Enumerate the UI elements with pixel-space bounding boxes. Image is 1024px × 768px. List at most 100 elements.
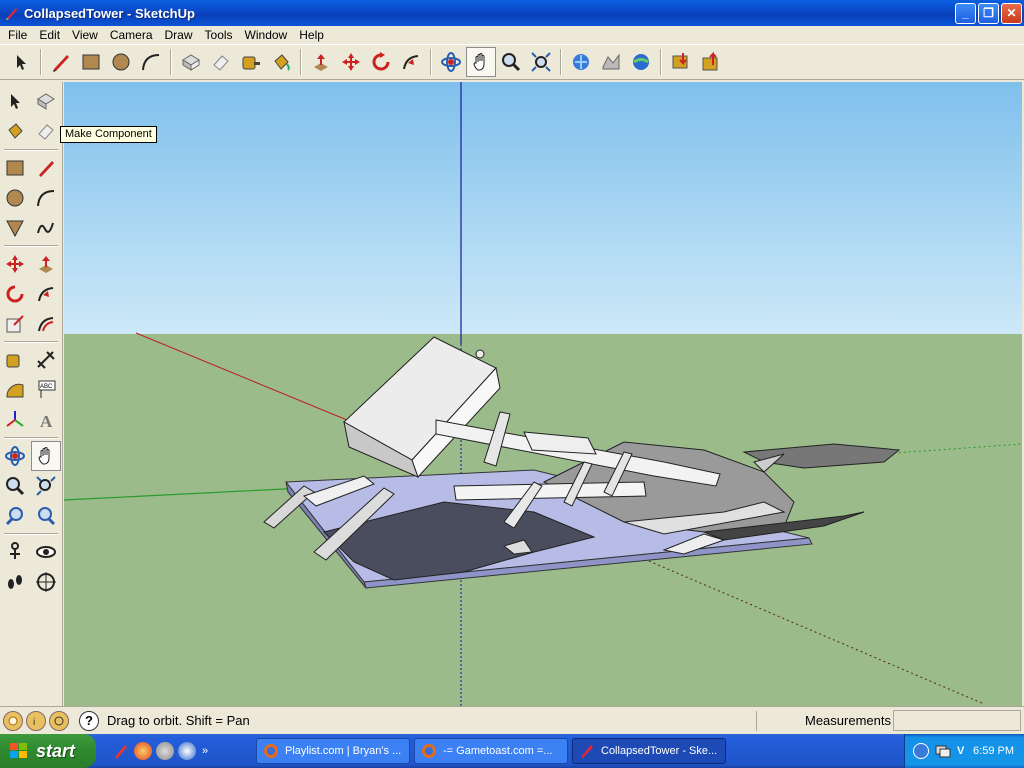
move-tool-icon[interactable]	[0, 249, 30, 279]
pencil-tool-icon[interactable]	[46, 47, 76, 77]
windows-logo-icon	[10, 743, 27, 758]
next-view-icon[interactable]	[31, 501, 61, 531]
freehand-tool-icon[interactable]	[31, 213, 61, 243]
sign-in-icon[interactable]	[49, 710, 69, 731]
orbit-tool-icon[interactable]	[436, 47, 466, 77]
circle-tool-icon[interactable]	[0, 183, 30, 213]
make-component-icon[interactable]	[31, 86, 61, 116]
arc-tool-icon[interactable]	[31, 183, 61, 213]
geo-location-icon[interactable]	[3, 710, 23, 731]
eraser-tool-icon[interactable]	[31, 116, 61, 146]
svg-text:A: A	[40, 412, 53, 431]
share-model-icon[interactable]	[696, 47, 726, 77]
follow-me-icon[interactable]	[31, 279, 61, 309]
sketchup-icon	[579, 743, 595, 759]
menu-edit[interactable]: Edit	[33, 28, 66, 42]
look-around-icon[interactable]	[31, 537, 61, 567]
chevron-right-icon[interactable]: »	[202, 745, 208, 757]
title-bar: CollapsedTower - SketchUp _ ❐ ✕	[0, 0, 1024, 26]
previous-view-icon[interactable]	[0, 501, 30, 531]
rectangle-tool-icon[interactable]	[0, 153, 30, 183]
menu-camera[interactable]: Camera	[104, 28, 159, 42]
measurements-input[interactable]	[893, 710, 1021, 731]
place-model-icon[interactable]	[626, 47, 656, 77]
zoom-tool-icon[interactable]	[496, 47, 526, 77]
circle-tool-icon[interactable]	[106, 47, 136, 77]
task-item-playlist[interactable]: Playlist.com | Bryan's ...	[256, 738, 410, 764]
text-tool-icon[interactable]: ABC	[31, 375, 61, 405]
follow-me-icon[interactable]	[396, 47, 426, 77]
zoom-tool-icon[interactable]	[0, 471, 30, 501]
system-tray: V 6:59 PM	[904, 734, 1024, 768]
rectangle-tool-icon[interactable]	[76, 47, 106, 77]
left-toolbar: ABC A	[0, 82, 63, 706]
help-icon[interactable]: ?	[79, 710, 99, 731]
clock[interactable]: 6:59 PM	[973, 745, 1014, 757]
zoom-window-icon[interactable]	[31, 471, 61, 501]
paint-bucket-icon[interactable]	[0, 116, 30, 146]
move-tool-icon[interactable]	[336, 47, 366, 77]
credits-icon[interactable]: i	[26, 710, 46, 731]
firefox-icon	[421, 743, 437, 759]
menu-window[interactable]: Window	[239, 28, 294, 42]
protractor-icon[interactable]	[0, 375, 30, 405]
eraser-tool-icon[interactable]	[206, 47, 236, 77]
pencil-tool-icon[interactable]	[31, 153, 61, 183]
menu-tools[interactable]: Tools	[199, 28, 239, 42]
scale-tool-icon[interactable]	[0, 309, 30, 339]
3d-viewport[interactable]	[64, 82, 1022, 706]
select-tool-icon[interactable]	[6, 47, 36, 77]
task-label: CollapsedTower - Ske...	[601, 745, 718, 757]
status-bar: i ? Drag to orbit. Shift = Pan Measureme…	[0, 706, 1024, 734]
task-item-sketchup[interactable]: CollapsedTower - Ske...	[572, 738, 726, 764]
select-tool-icon[interactable]	[0, 86, 30, 116]
push-pull-icon[interactable]	[306, 47, 336, 77]
menu-help[interactable]: Help	[293, 28, 330, 42]
make-component-icon[interactable]	[176, 47, 206, 77]
polygon-tool-icon[interactable]	[0, 213, 30, 243]
minimize-button[interactable]: _	[955, 2, 976, 24]
zoom-extents-icon[interactable]	[526, 47, 556, 77]
media-player-quicklaunch-icon[interactable]	[178, 742, 196, 760]
firefox-quicklaunch-icon[interactable]	[134, 742, 152, 760]
dimension-tool-icon[interactable]	[31, 345, 61, 375]
windows-taskbar: start » Playlist.com | Bryan's ... -= Ga…	[0, 734, 1024, 768]
toggle-terrain-icon[interactable]	[596, 47, 626, 77]
axes-tool-icon[interactable]	[0, 405, 30, 435]
chevron-left-icon[interactable]	[913, 743, 929, 759]
orbit-tool-icon[interactable]	[0, 441, 30, 471]
firefox-icon	[263, 743, 279, 759]
section-plane-icon[interactable]	[31, 567, 61, 597]
tape-measure-icon[interactable]	[0, 345, 30, 375]
get-models-icon[interactable]	[666, 47, 696, 77]
walk-tool-icon[interactable]	[0, 567, 30, 597]
3d-text-icon[interactable]: A	[31, 405, 61, 435]
pan-tool-icon[interactable]	[466, 47, 496, 77]
sketchup-app-icon[interactable]	[4, 5, 20, 21]
menu-file[interactable]: File	[2, 28, 33, 42]
start-button[interactable]: start	[0, 734, 96, 768]
push-pull-icon[interactable]	[31, 249, 61, 279]
paint-bucket-icon[interactable]	[266, 47, 296, 77]
measurements-label: Measurements	[756, 711, 892, 731]
restore-button[interactable]: ❐	[978, 2, 999, 24]
main-toolbar	[0, 44, 1024, 80]
volume-icon[interactable]: V	[957, 745, 964, 757]
rotate-tool-icon[interactable]	[0, 279, 30, 309]
position-camera-icon[interactable]	[0, 537, 30, 567]
svg-text:i: i	[33, 717, 35, 727]
close-button[interactable]: ✕	[1001, 2, 1022, 24]
network-icon[interactable]	[935, 744, 951, 758]
get-current-view-icon[interactable]	[566, 47, 596, 77]
task-list: Playlist.com | Bryan's ... -= Gametoast.…	[256, 738, 726, 764]
arc-tool-icon[interactable]	[136, 47, 166, 77]
pan-tool-icon[interactable]	[31, 441, 61, 471]
menu-draw[interactable]: Draw	[159, 28, 199, 42]
rotate-tool-icon[interactable]	[366, 47, 396, 77]
app-quicklaunch-icon[interactable]	[156, 742, 174, 760]
offset-tool-icon[interactable]	[31, 309, 61, 339]
menu-view[interactable]: View	[66, 28, 104, 42]
tape-measure-icon[interactable]	[236, 47, 266, 77]
pencil-quicklaunch-icon[interactable]	[112, 742, 130, 760]
task-item-gametoast[interactable]: -= Gametoast.com =...	[414, 738, 568, 764]
